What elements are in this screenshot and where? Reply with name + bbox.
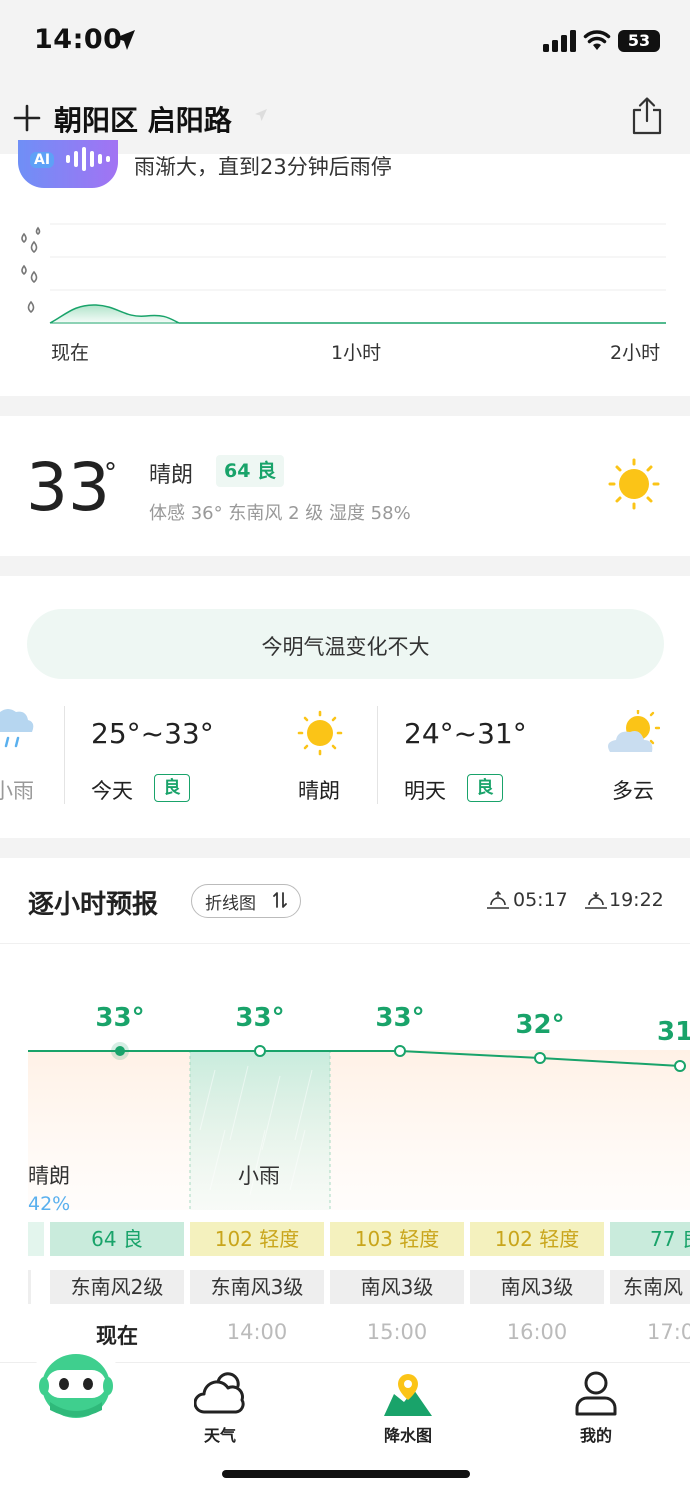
cloud-icon[interactable] bbox=[194, 1372, 246, 1416]
aqi-cell: 77 良 bbox=[610, 1222, 690, 1256]
today-aqi: 良 bbox=[154, 774, 190, 802]
location-title[interactable]: 朝阳区 启阳路 bbox=[54, 99, 232, 139]
current-temperature: 33 bbox=[26, 449, 110, 526]
precipitation-chart bbox=[21, 223, 666, 324]
rain-map-icon[interactable] bbox=[382, 1372, 434, 1418]
sun-icon bbox=[608, 458, 660, 510]
battery-indicator: 53 bbox=[618, 30, 660, 52]
aqi-cell: 64 良 bbox=[50, 1222, 184, 1256]
ai-label: AI bbox=[30, 152, 55, 168]
location-arrow-small-icon bbox=[255, 109, 267, 121]
hour-label: 16:00 bbox=[506, 1320, 568, 1344]
aqi-cell-partial bbox=[28, 1222, 44, 1256]
partly-cloudy-icon bbox=[608, 710, 660, 752]
temp-point bbox=[394, 1045, 406, 1057]
tomorrow-label: 明天 bbox=[404, 779, 446, 803]
rain-axis-1h: 1小时 bbox=[331, 342, 382, 364]
wind-cell-partial bbox=[28, 1270, 31, 1304]
day-divider bbox=[377, 706, 378, 804]
hour-condition-sunny: 晴朗 bbox=[28, 1164, 70, 1188]
cellular-signal-icon bbox=[543, 30, 576, 52]
temp-point bbox=[254, 1045, 266, 1057]
hour-temp-15: 33° bbox=[375, 1003, 425, 1033]
sunset-time: 19:22 bbox=[609, 889, 664, 911]
hour-condition-rain: 小雨 bbox=[238, 1164, 280, 1188]
share-icon[interactable] bbox=[630, 96, 664, 136]
wifi-icon bbox=[583, 30, 611, 50]
rain-axis-now: 现在 bbox=[51, 342, 90, 364]
today-label: 今天 bbox=[91, 779, 133, 803]
profile-icon[interactable] bbox=[574, 1370, 618, 1416]
temp-point bbox=[534, 1052, 546, 1064]
nav-profile-label[interactable]: 我的 bbox=[556, 1422, 636, 1446]
chart-toggle-label: 折线图 bbox=[205, 894, 256, 914]
heavy-rain-drops-icon bbox=[21, 226, 41, 254]
hour-label: 15:00 bbox=[366, 1320, 428, 1344]
rain-summary: 雨渐大，直到23分钟后雨停 bbox=[134, 155, 392, 179]
home-indicator[interactable] bbox=[222, 1470, 470, 1478]
status-time: 14:00 bbox=[34, 24, 123, 55]
today-temp-range: 25°~33° bbox=[91, 717, 214, 750]
hour-label: 14:00 bbox=[226, 1320, 288, 1344]
temperature-trend-text: 今明气温变化不大 bbox=[261, 635, 430, 659]
wind-cell: 南风3级 bbox=[470, 1270, 604, 1304]
add-location-icon[interactable] bbox=[12, 103, 42, 133]
temp-point bbox=[674, 1060, 686, 1072]
light-rain-drop-icon bbox=[27, 300, 35, 314]
light-rain-icon bbox=[0, 709, 34, 748]
wind-cell: 东南风 bbox=[610, 1270, 690, 1304]
tomorrow-condition: 多云 bbox=[612, 779, 654, 803]
current-condition: 晴朗 bbox=[149, 463, 194, 488]
current-details: 体感 36° 东南风 2 级 湿度 58% bbox=[149, 503, 411, 524]
nav-rainmap-label[interactable]: 降水图 bbox=[368, 1422, 448, 1446]
voice-wave-icon bbox=[66, 147, 110, 171]
robot-assistant-icon bbox=[39, 1354, 113, 1418]
hourly-title: 逐小时预报 bbox=[28, 890, 159, 920]
sunset-icon bbox=[585, 892, 607, 909]
hour-label: 17:00 bbox=[647, 1320, 690, 1344]
day-divider bbox=[64, 706, 65, 804]
degree-symbol: ° bbox=[104, 458, 117, 488]
precipitation-probability: 42% bbox=[28, 1193, 71, 1215]
sort-icon bbox=[273, 892, 287, 908]
wind-cell: 南风3级 bbox=[330, 1270, 464, 1304]
hour-temp-14: 33° bbox=[235, 1003, 285, 1033]
moderate-rain-drops-icon bbox=[21, 264, 38, 284]
rain-axis-2h: 2小时 bbox=[610, 342, 661, 364]
wind-cell: 东南风2级 bbox=[50, 1270, 184, 1304]
aqi-cell: 103 轻度 bbox=[330, 1222, 464, 1256]
tomorrow-temp-range: 24°~31° bbox=[404, 717, 527, 750]
location-arrow-icon bbox=[115, 30, 135, 50]
assistant-avatar-button[interactable] bbox=[30, 1340, 122, 1432]
yesterday-condition: 小雨 bbox=[0, 779, 34, 803]
nav-weather-label[interactable]: 天气 bbox=[180, 1422, 260, 1446]
aqi-cell: 102 轻度 bbox=[190, 1222, 324, 1256]
tomorrow-aqi: 良 bbox=[467, 774, 503, 802]
sun-icon bbox=[297, 710, 343, 756]
wind-cell: 东南风3级 bbox=[190, 1270, 324, 1304]
aqi-cell: 102 轻度 bbox=[470, 1222, 604, 1256]
today-condition: 晴朗 bbox=[298, 779, 340, 803]
rain-area bbox=[50, 304, 179, 323]
sunrise-icon bbox=[487, 891, 509, 909]
hour-temp-16: 32° bbox=[515, 1010, 565, 1040]
hour-temp-now: 33° bbox=[95, 1003, 145, 1033]
hour-temp-17: 31° bbox=[657, 1017, 690, 1047]
hourly-separator bbox=[0, 943, 690, 944]
sunrise-time: 05:17 bbox=[513, 889, 568, 911]
current-aqi-badge[interactable]: 64 良 bbox=[216, 455, 285, 487]
